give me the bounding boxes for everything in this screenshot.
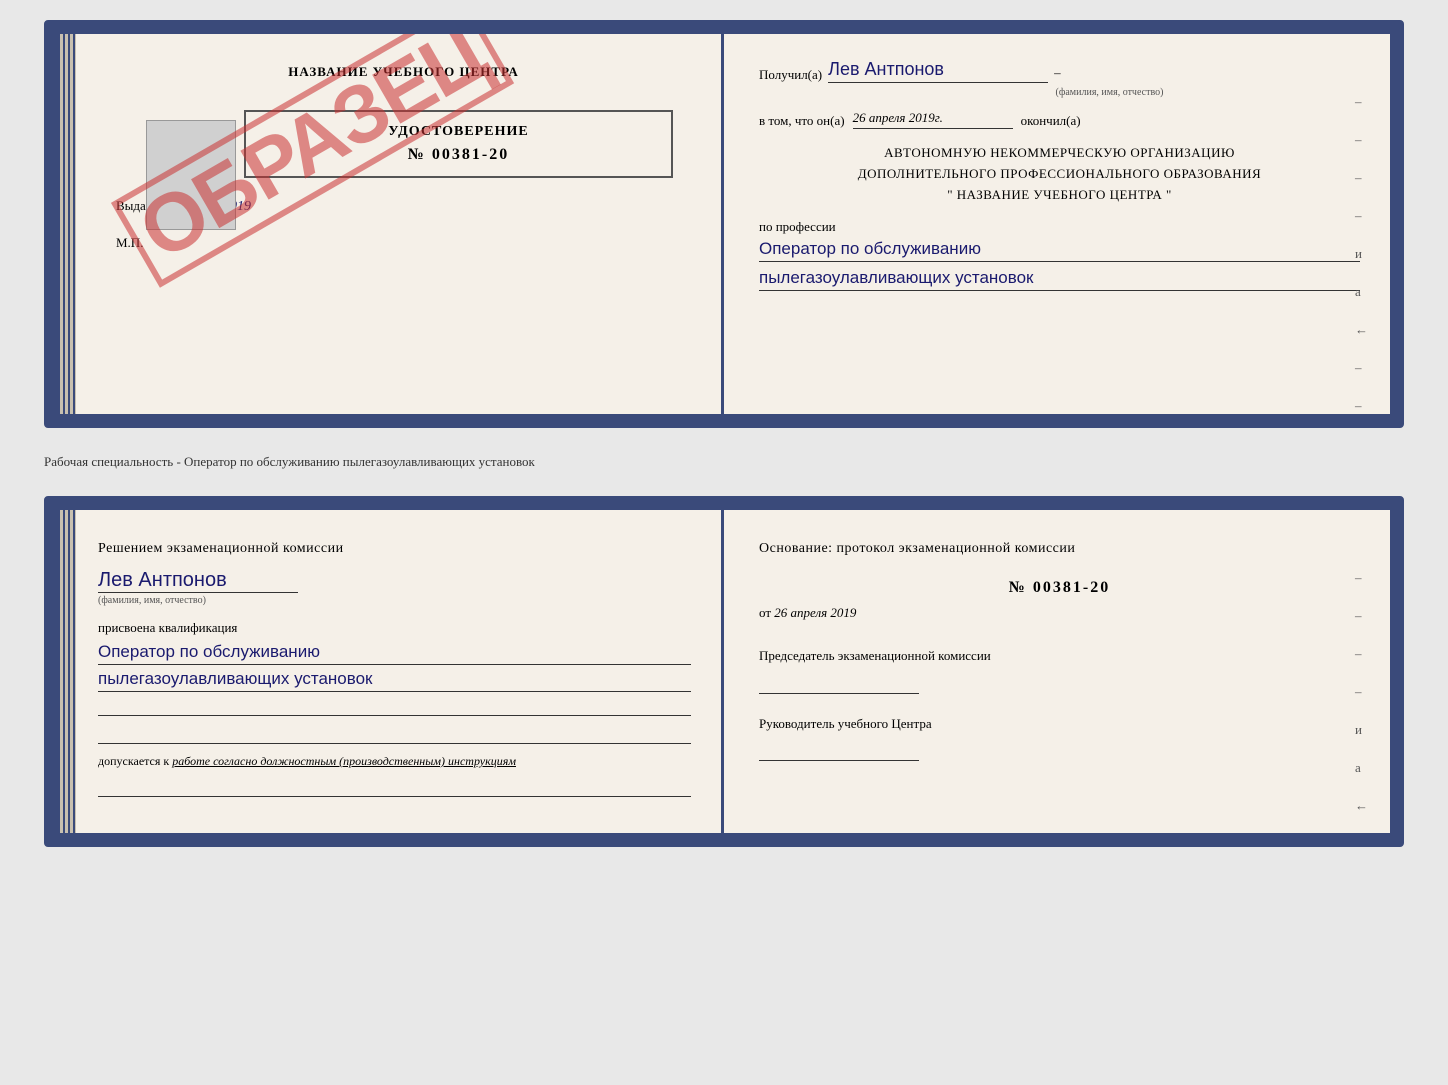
dopusk-text: работе согласно должностным (производств… [172,754,516,768]
blank-line-1 [98,696,691,716]
chairman-sig-line [759,674,919,694]
top-document-spread: НАЗВАНИЕ УЧЕБНОГО ЦЕНТРА УДОСТОВЕРЕНИЕ №… [44,20,1404,428]
bottom-fio-caption: (фамилия, имя, отчество) [98,595,691,606]
bottom-left-page: Решением экзаменационной комиссии Лев Ан… [58,510,724,833]
org-line2: ДОПОЛНИТЕЛЬНОГО ПРОФЕССИОНАЛЬНОГО ОБРАЗО… [759,164,1360,185]
rukov-label: Руководитель учебного Центра [759,714,1360,734]
separator-text: Рабочая специальность - Оператор по обсл… [44,444,1404,480]
bottom-document-spread: Решением экзаменационной комиссии Лев Ан… [44,496,1404,847]
kvali-line2: пылегазоулавливающих установок [98,669,691,692]
dopusk-label: допускается к [98,754,169,768]
dopusk-block: допускается к работе согласно должностны… [98,754,691,769]
org-block: АВТОНОМНУЮ НЕКОММЕРЧЕСКУЮ ОРГАНИЗАЦИЮ ДО… [759,143,1360,205]
top-left-title: НАЗВАНИЕ УЧЕБНОГО ЦЕНТРА [116,64,691,80]
mp-label: М.П. [116,235,691,251]
side-dashes-bottom: – – – – и а ← – – – – – [1355,570,1368,847]
side-dashes: – – – – и а ← – – – – – [1355,94,1368,428]
blank-line-3 [98,777,691,797]
protocol-date: от 26 апреля 2019 [759,605,1360,621]
commission-title: Решением экзаменационной комиссии [98,538,691,559]
profession-name-line1: Оператор по обслуживанию [759,239,1360,262]
received-label: Получил(а) [759,67,822,83]
org-line1: АВТОНОМНУЮ НЕКОММЕРЧЕСКУЮ ОРГАНИЗАЦИЮ [759,143,1360,164]
protocol-date-prefix: от [759,605,771,620]
bottom-person-name: Лев Антпонов [98,569,298,593]
org-line3: " НАЗВАНИЕ УЧЕБНОГО ЦЕНТРА " [759,185,1360,206]
spine-decoration-bottom-left [58,510,76,833]
vtom-line: в том, что он(а) 26 апреля 2019г. окончи… [759,110,1360,129]
top-right-page: – – – – и а ← – – – – – Получил(а) Лев А… [724,34,1390,414]
chairman-label: Председатель экзаменационной комиссии [759,646,1360,666]
okoncil-label: окончил(а) [1021,113,1081,129]
rukov-block: Руководитель учебного Центра [759,714,1360,762]
vtom-date: 26 апреля 2019г. [853,110,1013,129]
profession-label: по профессии [759,219,1360,235]
top-left-page: НАЗВАНИЕ УЧЕБНОГО ЦЕНТРА УДОСТОВЕРЕНИЕ №… [58,34,724,414]
certificate-box: УДОСТОВЕРЕНИЕ № 00381-20 [244,110,673,178]
kvali-label: присвоена квалификация [98,620,691,636]
osnov-title: Основание: протокол экзаменационной коми… [759,538,1360,559]
protocol-date-value: 26 апреля 2019 [774,605,856,620]
recipient-line: Получил(а) Лев Антпонов – [759,59,1360,83]
kvali-line1: Оператор по обслуживанию [98,642,691,665]
chairman-block: Председатель экзаменационной комиссии [759,646,1360,694]
blank-line-2 [98,724,691,744]
protocol-number: № 00381-20 [759,579,1360,597]
rukov-sig-line [759,741,919,761]
spine-decoration-left [58,34,76,414]
photo-placeholder [146,120,236,230]
cert-title: УДОСТОВЕРЕНИЕ [262,124,655,140]
bottom-right-page: – – – – и а ← – – – – – Основание: прото… [724,510,1390,833]
fio-caption-top: (фамилия, имя, отчество) [859,87,1360,98]
cert-number: № 00381-20 [262,146,655,164]
recipient-name: Лев Антпонов [828,59,1048,83]
vtom-label: в том, что он(а) [759,113,845,129]
profession-name-line2: пылегазоулавливающих установок [759,268,1360,291]
